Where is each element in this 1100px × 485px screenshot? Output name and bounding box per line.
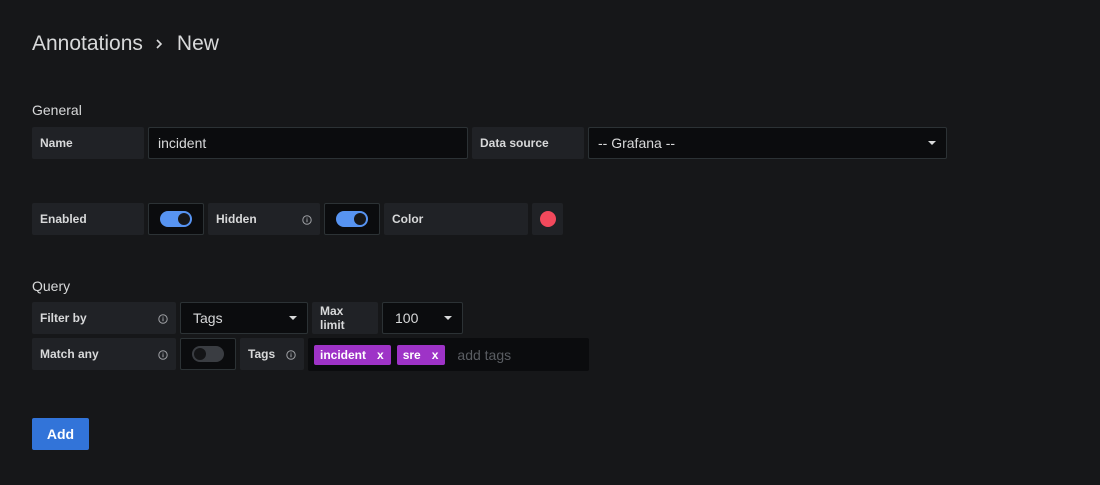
tag-chip-label: sre bbox=[402, 347, 421, 362]
color-label: Color bbox=[384, 203, 528, 235]
filter-by-label-text: Filter by bbox=[40, 311, 87, 325]
name-label: Name bbox=[32, 127, 144, 159]
name-input[interactable]: incident bbox=[148, 127, 468, 159]
caret-down-icon bbox=[289, 316, 297, 320]
tag-chip-label: incident bbox=[320, 347, 367, 362]
hidden-label: Hidden bbox=[208, 203, 320, 235]
match-any-toggle[interactable] bbox=[192, 346, 224, 362]
tag-remove-button[interactable]: x bbox=[432, 348, 439, 362]
color-picker[interactable] bbox=[532, 203, 563, 235]
datasource-label: Data source bbox=[472, 127, 584, 159]
caret-down-icon bbox=[928, 141, 936, 145]
enabled-label: Enabled bbox=[32, 203, 144, 235]
datasource-label-text: Data source bbox=[480, 136, 549, 150]
tag-chip: incident x bbox=[314, 344, 391, 365]
match-any-switch[interactable] bbox=[180, 338, 236, 370]
section-title-general: General bbox=[32, 102, 82, 118]
color-swatch[interactable] bbox=[539, 211, 556, 227]
name-label-text: Name bbox=[40, 136, 73, 150]
info-icon[interactable] bbox=[158, 313, 168, 324]
max-limit-select[interactable]: 100 bbox=[382, 302, 463, 334]
filter-by-label: Filter by bbox=[32, 302, 176, 334]
tags-label: Tags bbox=[240, 338, 304, 370]
hidden-toggle[interactable] bbox=[336, 211, 368, 227]
max-limit-select-value: 100 bbox=[395, 310, 419, 326]
filter-by-select[interactable]: Tags bbox=[180, 302, 308, 334]
name-input-value: incident bbox=[158, 135, 207, 151]
tag-chip: sre x bbox=[396, 344, 446, 365]
max-limit-label-text: Max limit bbox=[320, 304, 345, 332]
info-icon[interactable] bbox=[286, 349, 296, 360]
caret-down-icon bbox=[444, 316, 452, 320]
tag-remove-button[interactable]: x bbox=[377, 348, 384, 362]
enabled-toggle[interactable] bbox=[160, 211, 192, 227]
hidden-switch[interactable] bbox=[324, 203, 380, 235]
max-limit-label: Max limit bbox=[312, 302, 378, 334]
enabled-switch[interactable] bbox=[148, 203, 204, 235]
add-tags-placeholder[interactable]: add tags bbox=[457, 347, 511, 363]
datasource-select[interactable]: -- Grafana -- bbox=[588, 127, 947, 159]
match-any-label-text: Match any bbox=[40, 347, 99, 361]
chevron-right-icon bbox=[155, 39, 163, 49]
section-title-query: Query bbox=[32, 278, 71, 294]
tags-label-text: Tags bbox=[248, 347, 276, 361]
color-label-text: Color bbox=[392, 212, 424, 226]
add-button[interactable]: Add bbox=[32, 418, 89, 450]
datasource-select-value: -- Grafana -- bbox=[598, 135, 676, 151]
enabled-label-text: Enabled bbox=[40, 212, 87, 226]
breadcrumb-parent[interactable]: Annotations bbox=[32, 32, 143, 56]
info-icon[interactable] bbox=[302, 214, 312, 225]
breadcrumb: Annotations New bbox=[32, 30, 219, 58]
tags-input[interactable]: incident x sre x add tags bbox=[308, 338, 589, 371]
breadcrumb-current: New bbox=[176, 32, 219, 55]
info-icon[interactable] bbox=[158, 349, 168, 360]
match-any-label: Match any bbox=[32, 338, 176, 370]
hidden-label-text: Hidden bbox=[216, 212, 257, 226]
filter-by-select-value: Tags bbox=[193, 310, 223, 326]
